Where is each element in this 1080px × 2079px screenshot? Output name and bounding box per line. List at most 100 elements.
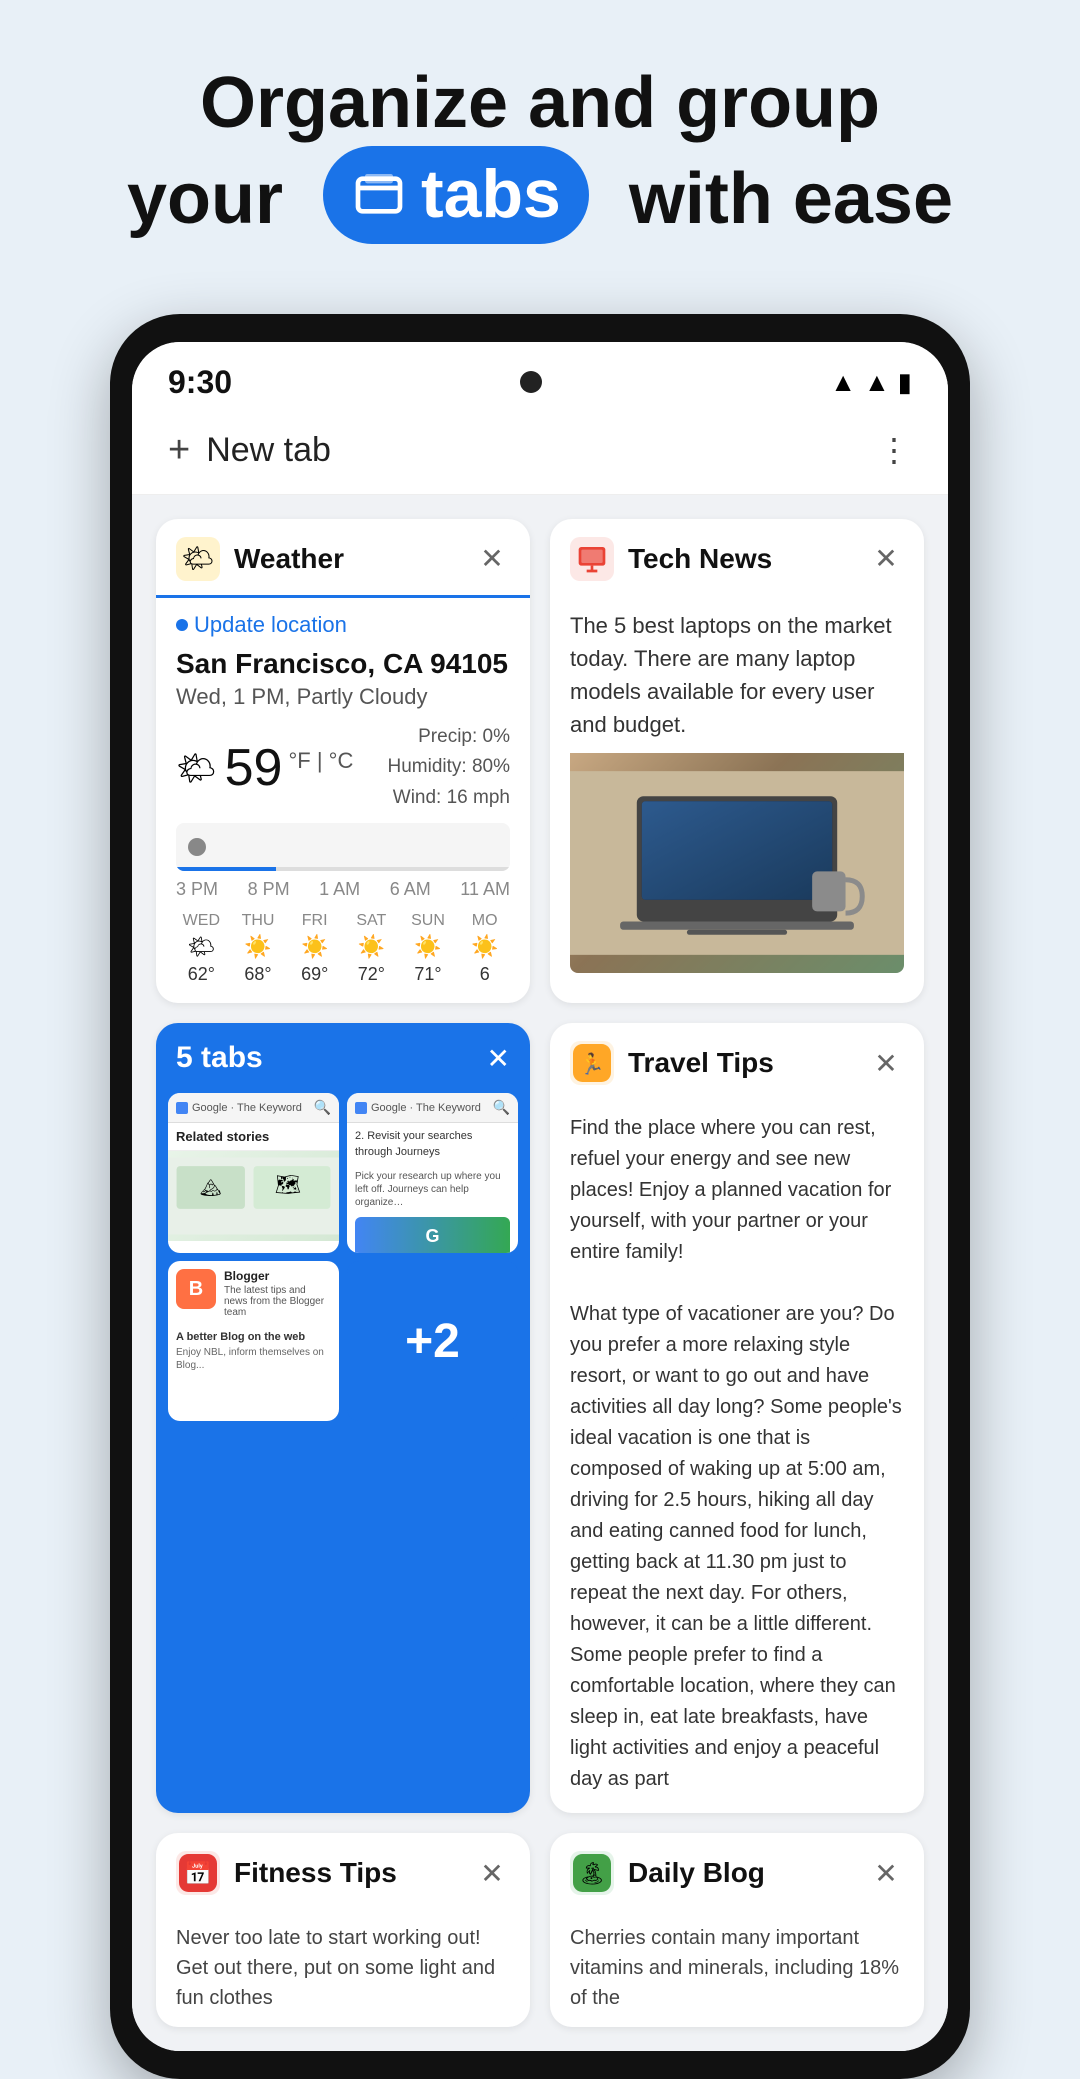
svg-text:🗺: 🗺	[275, 1174, 301, 1197]
mini-tab-2-header: Google · The Keyword 🔍	[347, 1093, 518, 1123]
tabs-badge-label: tabs	[421, 154, 561, 236]
weather-forecast: WED 🌤 62° THU ☀️ 68° FRI ☀️ 69°	[176, 912, 510, 985]
travel-tips-card[interactable]: 🏃 Travel Tips ✕ Find the place where you…	[550, 1023, 924, 1813]
time-5: 11 AM	[460, 879, 510, 900]
time-4: 6 AM	[390, 879, 431, 900]
weather-details: Precip: 0% Humidity: 80% Wind: 16 mph	[388, 722, 511, 813]
timeline-progress	[176, 867, 276, 871]
update-location[interactable]: Update location	[176, 612, 510, 638]
new-tab-button[interactable]: + New tab	[168, 429, 331, 472]
tech-news-content: The 5 best laptops on the market today. …	[550, 595, 924, 973]
tabs-icon	[351, 167, 407, 223]
tech-news-close-button[interactable]: ✕	[868, 541, 904, 577]
mini-tab-3[interactable]: B Blogger The latest tips and news from …	[168, 1261, 339, 1421]
camera-dot	[520, 371, 542, 393]
mini-tabs-grid: Google · The Keyword 🔍 Related stories 🗺…	[156, 1093, 530, 1433]
forecast-thu: THU ☀️ 68°	[233, 912, 284, 985]
forecast-wed: WED 🌤 62°	[176, 912, 227, 985]
mini-tab-plus[interactable]: +2	[347, 1261, 518, 1421]
forecast-mon: MO ☀️ 6	[459, 912, 510, 985]
temp-unit: °F | °C	[288, 748, 353, 774]
mini-tab-1[interactable]: Google · The Keyword 🔍 Related stories 🗺…	[168, 1093, 339, 1253]
tab-grid: 🌤 Weather ✕ Update location San Francisc…	[132, 495, 948, 2051]
hero-section: Organize and group your tabs with ease	[0, 0, 1080, 284]
hero-line2-pre: your	[127, 159, 283, 239]
location-dot	[176, 619, 188, 631]
status-icons: ▲ ▲ ▮	[830, 367, 912, 398]
weather-temperature: 59 °F | °C	[225, 738, 354, 798]
fitness-tips-title: Fitness Tips	[234, 1857, 460, 1889]
time-3: 1 AM	[319, 879, 360, 900]
hero-line2: your tabs with ease	[40, 146, 1040, 244]
forecast-sun: SUN ☀️ 71°	[403, 912, 454, 985]
weather-card-header: 🌤 Weather ✕	[156, 519, 530, 598]
travel-tips-text: Find the place where you can rest, refue…	[570, 1113, 904, 1268]
tabs-badge: tabs	[323, 146, 589, 244]
fitness-tips-close-button[interactable]: ✕	[474, 1855, 510, 1891]
tech-news-image	[570, 753, 904, 973]
travel-tips-header: 🏃 Travel Tips ✕	[550, 1023, 924, 1099]
fitness-icon: 📅	[179, 1854, 217, 1892]
daily-blog-close-button[interactable]: ✕	[868, 1855, 904, 1891]
mini-tab-2[interactable]: Google · The Keyword 🔍 2. Revisit your s…	[347, 1093, 518, 1253]
weather-timeline	[176, 823, 510, 871]
fitness-tips-content: Never too late to start working out! Get…	[156, 1909, 530, 2027]
five-tabs-close-button[interactable]: ✕	[487, 1042, 510, 1075]
daily-blog-favicon: 🏝	[570, 1851, 614, 1895]
travel-icon: 🏃	[573, 1044, 611, 1082]
status-time: 9:30	[168, 364, 232, 401]
forecast-fri: FRI ☀️ 69°	[289, 912, 340, 985]
svg-text:🏃: 🏃	[579, 1052, 605, 1076]
update-location-text: Update location	[194, 612, 347, 638]
daily-blog-card[interactable]: 🏝 Daily Blog ✕ Cherries contain many imp…	[550, 1833, 924, 2027]
plus-icon: +	[168, 429, 190, 472]
wind: Wind: 16 mph	[388, 783, 511, 813]
monitor-icon	[576, 543, 608, 575]
tech-news-card[interactable]: Tech News ✕ The 5 best laptops on the ma…	[550, 519, 924, 1003]
plus-count: +2	[405, 1314, 460, 1369]
hero-line2-post: with ease	[629, 159, 953, 239]
fitness-tips-text: Never too late to start working out! Get…	[176, 1923, 510, 2013]
fitness-favicon: 📅	[176, 1851, 220, 1895]
weather-close-button[interactable]: ✕	[474, 541, 510, 577]
hero-line1: Organize and group	[40, 60, 1040, 146]
five-tabs-title: 5 tabs	[176, 1041, 263, 1075]
weather-card[interactable]: 🌤 Weather ✕ Update location San Francisc…	[156, 519, 530, 1003]
phone-screen: 9:30 ▲ ▲ ▮ + New tab ⋮ 🌤 Weather	[132, 342, 948, 2051]
related-stories-img: 🗺 🏔	[168, 1151, 339, 1241]
weather-description: Wed, 1 PM, Partly Cloudy	[176, 684, 510, 710]
weather-content: Update location San Francisco, CA 94105 …	[156, 598, 530, 1003]
svg-text:🏝: 🏝	[578, 1861, 606, 1886]
travel-tips-content: Find the place where you can rest, refue…	[550, 1099, 924, 1813]
five-tabs-card[interactable]: 5 tabs ✕ Google · The Keyword 🔍 Related …	[156, 1023, 530, 1813]
tech-news-text: The 5 best laptops on the market today. …	[570, 609, 904, 741]
travel-tips-favicon: 🏃	[570, 1041, 614, 1085]
precip: Precip: 0%	[388, 722, 511, 752]
timeline-bar	[176, 867, 510, 871]
tech-news-favicon	[570, 537, 614, 581]
daily-blog-header: 🏝 Daily Blog ✕	[550, 1833, 924, 1909]
travel-tips-text-2: What type of vacationer are you? Do you …	[570, 1299, 904, 1795]
new-tab-label: New tab	[206, 431, 331, 470]
svg-text:📅: 📅	[184, 1860, 212, 1886]
phone-frame: 9:30 ▲ ▲ ▮ + New tab ⋮ 🌤 Weather	[110, 314, 970, 2079]
time-1: 3 PM	[176, 879, 218, 900]
battery-icon: ▮	[898, 367, 912, 398]
fitness-tips-card[interactable]: 📅 Fitness Tips ✕ Never too late to start…	[156, 1833, 530, 2027]
wifi-icon: ▲	[830, 367, 856, 398]
tech-news-header: Tech News ✕	[550, 519, 924, 595]
signal-icon: ▲	[864, 367, 890, 398]
chrome-header: + New tab ⋮	[132, 411, 948, 495]
weather-times: 3 PM 8 PM 1 AM 6 AM 11 AM	[176, 879, 510, 900]
mini-tab-1-header: Google · The Keyword 🔍	[168, 1093, 339, 1123]
daily-blog-title: Daily Blog	[628, 1857, 854, 1889]
forecast-sat: SAT ☀️ 72°	[346, 912, 397, 985]
fitness-tips-header: 📅 Fitness Tips ✕	[156, 1833, 530, 1909]
travel-tips-close-button[interactable]: ✕	[868, 1045, 904, 1081]
daily-blog-text: Cherries contain many important vitamins…	[570, 1923, 904, 2013]
daily-blog-content: Cherries contain many important vitamins…	[550, 1909, 924, 2027]
daily-blog-icon: 🏝	[573, 1854, 611, 1892]
menu-button[interactable]: ⋮	[878, 431, 912, 469]
time-2: 8 PM	[248, 879, 290, 900]
status-bar: 9:30 ▲ ▲ ▮	[132, 342, 948, 411]
